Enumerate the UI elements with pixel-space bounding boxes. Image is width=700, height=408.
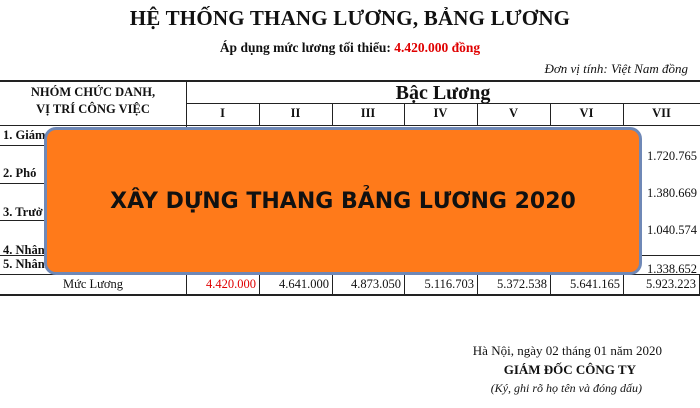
row-label: 4. Nhân	[3, 243, 45, 257]
currency-unit-note: Đơn vị tính: Việt Nam đồng	[544, 61, 688, 76]
minimum-wage-label: Áp dụng mức lương tối thiểu:	[219, 40, 395, 55]
grade-header-6: VI	[579, 106, 594, 120]
position-group-header: NHÓM CHỨC DANH, VỊ TRÍ CÔNG VIỆC	[30, 85, 156, 116]
title-banner: XÂY DỰNG THANG BẢNG LƯƠNG 2020	[44, 127, 642, 275]
grade-header-7: VII	[652, 106, 671, 120]
row-label: 1. Giám	[3, 128, 46, 142]
signature-note: (Ký, ghi rõ họ tên và đóng dấu)	[490, 381, 642, 395]
salary-cell: 5.923.223	[646, 277, 696, 291]
salary-cell: 5.116.703	[424, 277, 474, 291]
salary-cell: 4.873.050	[351, 277, 401, 291]
salary-cell: 4.641.000	[279, 277, 329, 291]
minimum-wage-value: 4.420.000 đồng	[394, 40, 481, 55]
row-label: 3. Trưở	[3, 205, 43, 219]
grade-header-4: IV	[433, 106, 448, 120]
row-label: 2. Phó	[3, 166, 37, 180]
salary-row-label: Mức Lương	[62, 277, 124, 291]
minimum-wage-line: Áp dụng mức lương tối thiểu: 4.420.000 đ…	[0, 40, 700, 56]
salary-cell: 4.420.000	[206, 277, 256, 291]
grade-header-2: II	[290, 106, 301, 120]
salary-cell: 5.372.538	[497, 277, 547, 291]
salary-cell: 5.641.165	[570, 277, 620, 291]
place-date: Hà Nội, ngày 02 tháng 01 năm 2020	[472, 343, 662, 358]
banner-text: XÂY DỰNG THANG BẢNG LƯƠNG 2020	[110, 188, 576, 214]
grade-header-3: III	[360, 106, 376, 120]
salary-grade-header: Bậc Lương	[395, 82, 491, 104]
grade-header-1: I	[220, 106, 225, 120]
document-title: HỆ THỐNG THANG LƯƠNG, BẢNG LƯƠNG	[129, 6, 571, 30]
grade-header-5: V	[508, 106, 519, 120]
director-title: GIÁM ĐỐC CÔNG TY	[503, 362, 636, 377]
